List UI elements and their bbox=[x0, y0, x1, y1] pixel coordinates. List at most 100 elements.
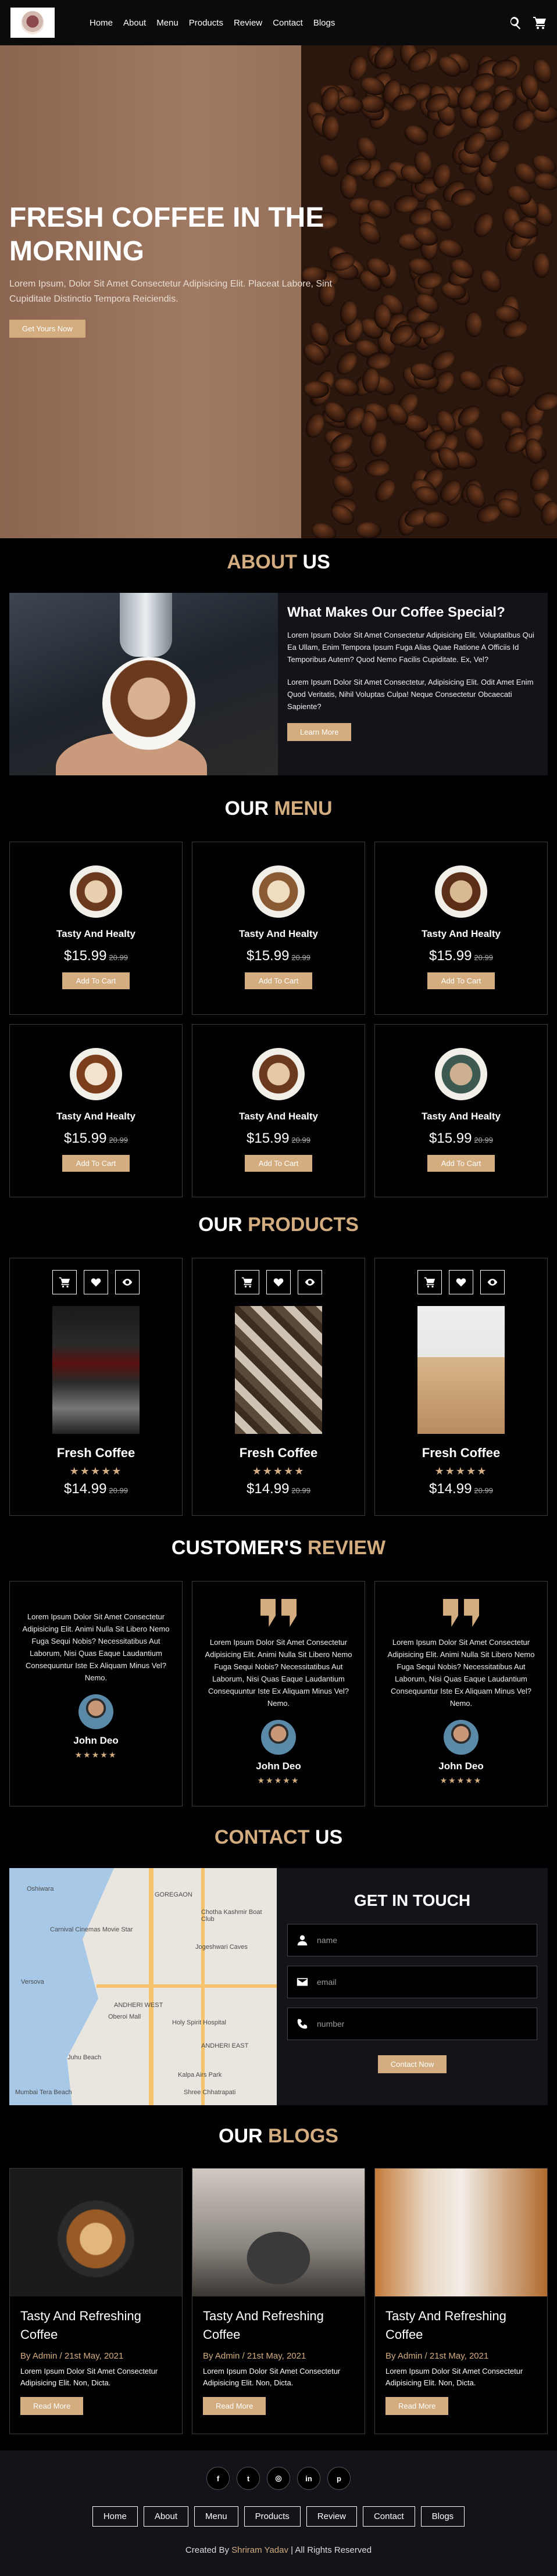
cart-icon[interactable] bbox=[52, 1270, 77, 1294]
reviewer-name: John Deo bbox=[256, 1761, 301, 1772]
contact-heading: CONTACT US bbox=[0, 1826, 557, 1849]
blog-excerpt: Lorem Ipsum Dolor Sit Amet Consectetur A… bbox=[385, 2367, 523, 2387]
add-to-cart-button[interactable]: Add To Cart bbox=[62, 972, 130, 989]
map-label: Versova bbox=[21, 1978, 44, 1985]
milk-pitcher-shape bbox=[120, 593, 172, 657]
add-to-cart-button[interactable]: Add To Cart bbox=[427, 972, 495, 989]
blog-card: Tasty And Refreshing Coffee By Admin / 21… bbox=[9, 2168, 183, 2434]
eye-icon[interactable] bbox=[115, 1270, 140, 1294]
review-text: Lorem Ipsum Dolor Sit Amet Consectetur A… bbox=[22, 1612, 170, 1682]
logo[interactable] bbox=[10, 8, 55, 38]
footer-link-blogs[interactable]: Blogs bbox=[420, 2506, 465, 2527]
contact-section: Oshiwara GOREGAON Chotha Kashmir Boat Club… bbox=[9, 1868, 548, 2105]
footer-link-home[interactable]: Home bbox=[92, 2506, 138, 2527]
about-section: What Makes Our Coffee Special? Lorem Ips… bbox=[9, 593, 548, 775]
instagram-icon[interactable]: ◎ bbox=[267, 2467, 290, 2490]
nav-menu[interactable]: Menu bbox=[156, 18, 178, 28]
facebook-icon[interactable]: f bbox=[206, 2467, 230, 2490]
footer-link-menu[interactable]: Menu bbox=[194, 2506, 238, 2527]
coffee-bean-shape bbox=[460, 423, 488, 454]
latte-art-image bbox=[9, 593, 278, 775]
product-image bbox=[52, 1306, 140, 1434]
product-price: $14.99 20.99 bbox=[10, 1481, 182, 1497]
add-to-cart-button[interactable]: Add To Cart bbox=[427, 1155, 495, 1172]
linkedin-icon[interactable]: in bbox=[297, 2467, 320, 2490]
cart-icon[interactable] bbox=[417, 1270, 442, 1294]
add-to-cart-button[interactable]: Add To Cart bbox=[244, 972, 313, 989]
cart-icon[interactable] bbox=[235, 1270, 259, 1294]
nav-review[interactable]: Review bbox=[234, 18, 262, 28]
product-actions bbox=[375, 1270, 547, 1294]
heart-icon[interactable] bbox=[266, 1270, 291, 1294]
read-more-button[interactable]: Read More bbox=[203, 2397, 266, 2415]
menu-item-name: Tasty And Healty bbox=[238, 928, 319, 939]
footer-link-review[interactable]: Review bbox=[306, 2506, 357, 2527]
map-label: Mumbai Tera Beach bbox=[15, 2089, 72, 2096]
twitter-icon[interactable]: t bbox=[237, 2467, 260, 2490]
blog-excerpt: Lorem Ipsum Dolor Sit Amet Consectetur A… bbox=[203, 2367, 341, 2387]
pinterest-icon[interactable]: p bbox=[327, 2467, 351, 2490]
menu-item-price: $15.99 20.99 bbox=[192, 948, 365, 964]
cart-icon[interactable] bbox=[533, 16, 547, 30]
footer-link-about[interactable]: About bbox=[143, 2506, 189, 2527]
contact-now-button[interactable]: Contact Now bbox=[377, 2055, 447, 2073]
map-label: Holy Spirit Hospital bbox=[172, 2019, 226, 2026]
read-more-button[interactable]: Read More bbox=[385, 2397, 449, 2415]
heart-icon[interactable] bbox=[449, 1270, 473, 1294]
footer-link-contact[interactable]: Contact bbox=[362, 2506, 415, 2527]
products-heading-accent: PRODUCTS bbox=[248, 1214, 359, 1236]
hero-content: FRESH COFFEE IN THE MORNING Lorem Ipsum,… bbox=[9, 201, 358, 338]
nav-blogs[interactable]: Blogs bbox=[313, 18, 335, 28]
blog-title[interactable]: Tasty And Refreshing Coffee bbox=[203, 2307, 354, 2344]
number-input[interactable] bbox=[317, 2019, 537, 2028]
nav-contact[interactable]: Contact bbox=[273, 18, 303, 28]
coffee-bean-shape bbox=[423, 510, 449, 529]
credit-text: Created By Shriram Yadav | All Rights Re… bbox=[0, 2545, 557, 2555]
blogs-heading: OUR BLOGS bbox=[0, 2125, 557, 2148]
menu-item-name: Tasty And Healty bbox=[421, 1111, 501, 1122]
blog-excerpt: Lorem Ipsum Dolor Sit Amet Consectetur A… bbox=[20, 2367, 158, 2387]
map-label: Kalpa Airs Park bbox=[178, 2071, 222, 2078]
learn-more-button[interactable]: Learn More bbox=[287, 723, 352, 741]
quote-icon bbox=[441, 1599, 481, 1628]
get-yours-now-button[interactable]: Get Yours Now bbox=[9, 320, 85, 338]
about-heading-text: US bbox=[302, 551, 330, 573]
add-to-cart-button[interactable]: Add To Cart bbox=[62, 1155, 130, 1172]
rating-stars: ★★★★★ bbox=[74, 1750, 117, 1759]
name-input[interactable] bbox=[317, 1935, 537, 1945]
coffee-bean-shape bbox=[371, 475, 400, 506]
nav-about[interactable]: About bbox=[123, 18, 146, 28]
quote-mark bbox=[281, 1599, 297, 1627]
main-nav: Home About Menu Products Review Contact … bbox=[90, 18, 335, 28]
menu-heading-text: OUR bbox=[224, 797, 269, 820]
footer-link-products[interactable]: Products bbox=[244, 2506, 301, 2527]
heart-icon[interactable] bbox=[84, 1270, 108, 1294]
about-heading-accent: ABOUT bbox=[227, 551, 298, 573]
nav-home[interactable]: Home bbox=[90, 18, 113, 28]
eye-icon[interactable] bbox=[480, 1270, 505, 1294]
price-value: $15.99 bbox=[429, 948, 472, 964]
rating-stars: ★★★★★ bbox=[257, 1776, 300, 1785]
blog-body: Tasty And Refreshing Coffee By Admin / 21… bbox=[10, 2296, 182, 2425]
map-label: ANDHERI EAST bbox=[201, 2042, 249, 2049]
map-embed[interactable]: Oshiwara GOREGAON Chotha Kashmir Boat Club… bbox=[9, 1868, 277, 2105]
credit-prefix: Created By bbox=[185, 2545, 229, 2555]
read-more-button[interactable]: Read More bbox=[20, 2397, 84, 2415]
email-input[interactable] bbox=[317, 1977, 537, 1987]
product-card: Fresh Coffee ★★★★★ $14.99 20.99 bbox=[374, 1258, 548, 1516]
add-to-cart-button[interactable]: Add To Cart bbox=[244, 1155, 313, 1172]
old-price: 20.99 bbox=[474, 953, 493, 962]
eye-icon[interactable] bbox=[298, 1270, 322, 1294]
blog-title[interactable]: Tasty And Refreshing Coffee bbox=[385, 2307, 537, 2344]
coffee-bean-shape bbox=[435, 235, 466, 261]
menu-item-price: $15.99 20.99 bbox=[192, 1130, 365, 1147]
coffee-cup-image bbox=[435, 865, 487, 918]
blog-title[interactable]: Tasty And Refreshing Coffee bbox=[20, 2307, 172, 2344]
nav-products[interactable]: Products bbox=[189, 18, 223, 28]
search-icon[interactable] bbox=[508, 16, 522, 30]
quote-mark bbox=[464, 1599, 479, 1627]
credit-author[interactable]: Shriram Yadav bbox=[231, 2545, 288, 2555]
blogs-grid: Tasty And Refreshing Coffee By Admin / 21… bbox=[9, 2168, 548, 2434]
contact-heading-text: US bbox=[315, 1826, 343, 1848]
old-price: 20.99 bbox=[291, 1136, 310, 1144]
